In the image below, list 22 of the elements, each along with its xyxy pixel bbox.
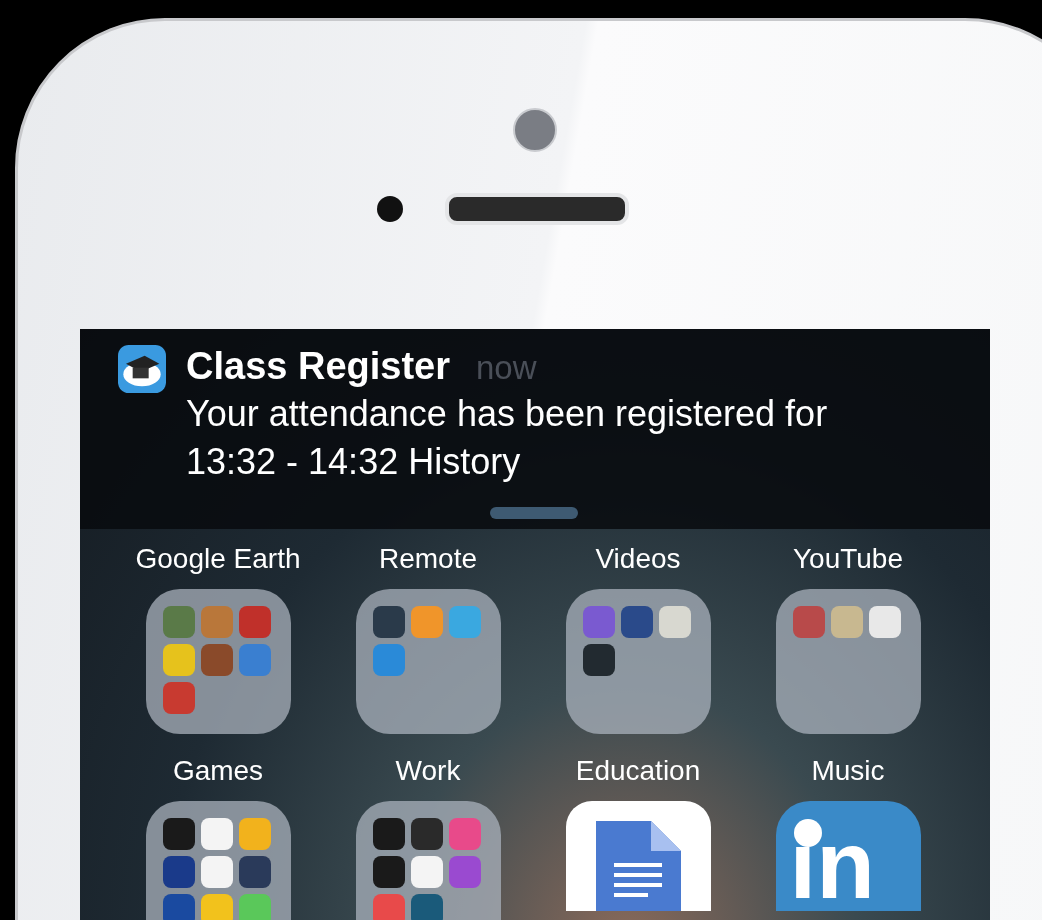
- folder-label: Work: [395, 754, 461, 788]
- sensor-icon: [377, 196, 403, 222]
- app-folder[interactable]: [775, 589, 921, 734]
- graduation-cap-icon: [118, 345, 166, 393]
- app-label: Remote: [378, 542, 477, 576]
- app-label: Videos: [595, 542, 681, 576]
- banner-handle[interactable]: [490, 507, 578, 519]
- notification-message: Your attendance has been registered for 13:32 - 14:32 History: [186, 392, 829, 484]
- folder-label: Education: [575, 754, 701, 788]
- app-folder[interactable]: [145, 589, 291, 734]
- app-label: YouTube: [793, 542, 903, 576]
- folder-label: Music: [811, 754, 885, 788]
- app-label: Google Earth: [135, 542, 301, 576]
- app-folder[interactable]: [145, 801, 291, 920]
- camera-icon: [513, 108, 557, 152]
- app-folder[interactable]: [565, 589, 711, 734]
- notification-time: now: [476, 349, 537, 387]
- notification-banner[interactable]: Class Register now Your attendance has been registered for 13:32 - 14:32 History: [80, 329, 990, 529]
- document-icon[interactable]: [565, 801, 711, 911]
- app-folder[interactable]: [355, 801, 501, 920]
- folder-label: Games: [172, 754, 264, 788]
- notification-app-name: Class Register: [186, 345, 450, 388]
